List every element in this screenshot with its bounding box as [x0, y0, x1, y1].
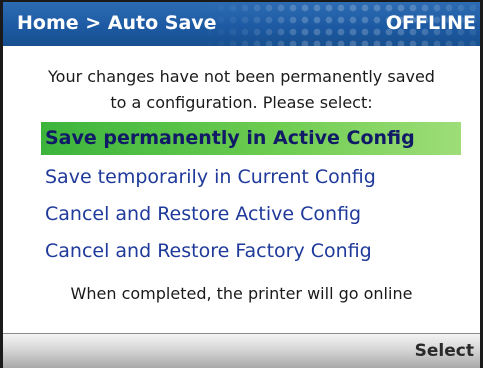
prompt-line-2: to a configuration. Please select: — [110, 93, 373, 112]
prompt-line-1: Your changes have not been permanently s… — [48, 67, 435, 86]
select-softkey[interactable]: Select — [415, 341, 474, 361]
menu-item-restore-factory[interactable]: Cancel and Restore Factory Config — [41, 233, 461, 270]
menu-item-save-permanently[interactable]: Save permanently in Active Config — [41, 122, 461, 155]
menu-item-save-temporarily[interactable]: Save temporarily in Current Config — [41, 159, 461, 196]
softkey-bar: Select — [3, 333, 480, 368]
prompt-message: Your changes have not been permanently s… — [3, 64, 480, 116]
printer-display: Home > Auto Save OFFLINE Your changes ha… — [0, 0, 483, 368]
printer-status: OFFLINE — [385, 12, 476, 34]
menu-item-restore-active[interactable]: Cancel and Restore Active Config — [41, 196, 461, 233]
breadcrumb: Home > Auto Save — [17, 12, 217, 34]
title-bar: Home > Auto Save OFFLINE — [3, 2, 480, 46]
completion-note: When completed, the printer will go onli… — [70, 284, 413, 303]
option-menu: Save permanently in Active Config Save t… — [41, 122, 461, 270]
